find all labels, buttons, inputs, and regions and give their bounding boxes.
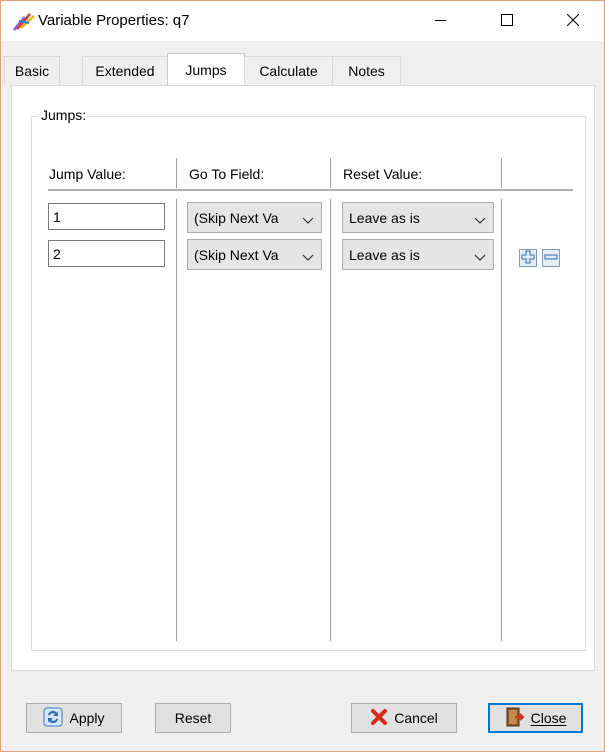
minimize-icon [435,13,447,29]
chevron-down-icon [302,212,314,228]
chevron-down-icon [302,249,314,265]
jump-value-input[interactable] [48,240,165,267]
apply-label: Apply [69,710,105,726]
reset-label: Reset [174,710,212,726]
apply-button[interactable]: Apply [26,703,122,733]
reset-value-select[interactable]: Leave as is [342,202,494,233]
close-icon [566,13,580,29]
jumps-groupbox [31,116,586,651]
go-to-field-select[interactable]: (Skip Next Va [187,202,322,233]
go-to-field-value: (Skip Next Va [194,209,279,226]
go-to-field-value: (Skip Next Va [194,246,279,263]
jump-value-header: Jump Value: [49,166,126,182]
app-icon [12,11,35,31]
jump-value-input[interactable] [48,203,165,230]
header-separator[interactable] [176,158,177,188]
door-exit-icon [505,707,525,730]
tab-notes[interactable]: Notes [332,56,401,85]
reset-value-value: Leave as is [349,246,420,263]
reset-button[interactable]: Reset [155,703,231,733]
column-divider [330,199,331,641]
reset-value-value: Leave as is [349,209,420,226]
close-label: Close [530,710,567,726]
refresh-icon [43,707,63,730]
jumps-tab-panel: Jumps: Jump Value: Go To Field: Reset Va… [11,85,595,671]
reset-value-header: Reset Value: [343,166,423,182]
close-button[interactable]: Close [488,703,583,733]
header-separator[interactable] [501,158,502,188]
chevron-down-icon [474,212,486,228]
column-divider [501,199,502,641]
title-bar: Variable Properties: q7 [1,1,604,41]
maximize-button[interactable] [484,1,530,41]
red-x-icon [370,708,388,729]
add-jump-button[interactable] [519,249,537,267]
header-underline [48,189,573,191]
tab-calculate[interactable]: Calculate [244,56,333,85]
tab-extended[interactable]: Extended [82,56,168,85]
column-divider [176,199,177,641]
variable-properties-window: Variable Properties: q7 Basic Extended J… [0,0,605,752]
jumps-group-label: Jumps: [38,107,90,123]
reset-value-select[interactable]: Leave as is [342,239,494,270]
maximize-icon [501,13,513,29]
chevron-down-icon [474,249,486,265]
go-to-field-header: Go To Field: [189,166,265,182]
remove-jump-button[interactable] [542,249,560,267]
minus-icon [544,250,558,267]
window-title: Variable Properties: q7 [38,12,190,29]
tab-bar: Basic Extended Jumps Calculate Notes [1,53,604,86]
cancel-button[interactable]: Cancel [351,703,457,733]
tab-basic[interactable]: Basic [4,56,60,85]
plus-icon [521,250,535,267]
header-separator[interactable] [330,158,331,188]
window-close-button[interactable] [550,1,596,41]
tab-jumps[interactable]: Jumps [167,53,245,86]
go-to-field-select[interactable]: (Skip Next Va [187,239,322,270]
cancel-label: Cancel [394,710,438,726]
minimize-button[interactable] [418,1,464,41]
